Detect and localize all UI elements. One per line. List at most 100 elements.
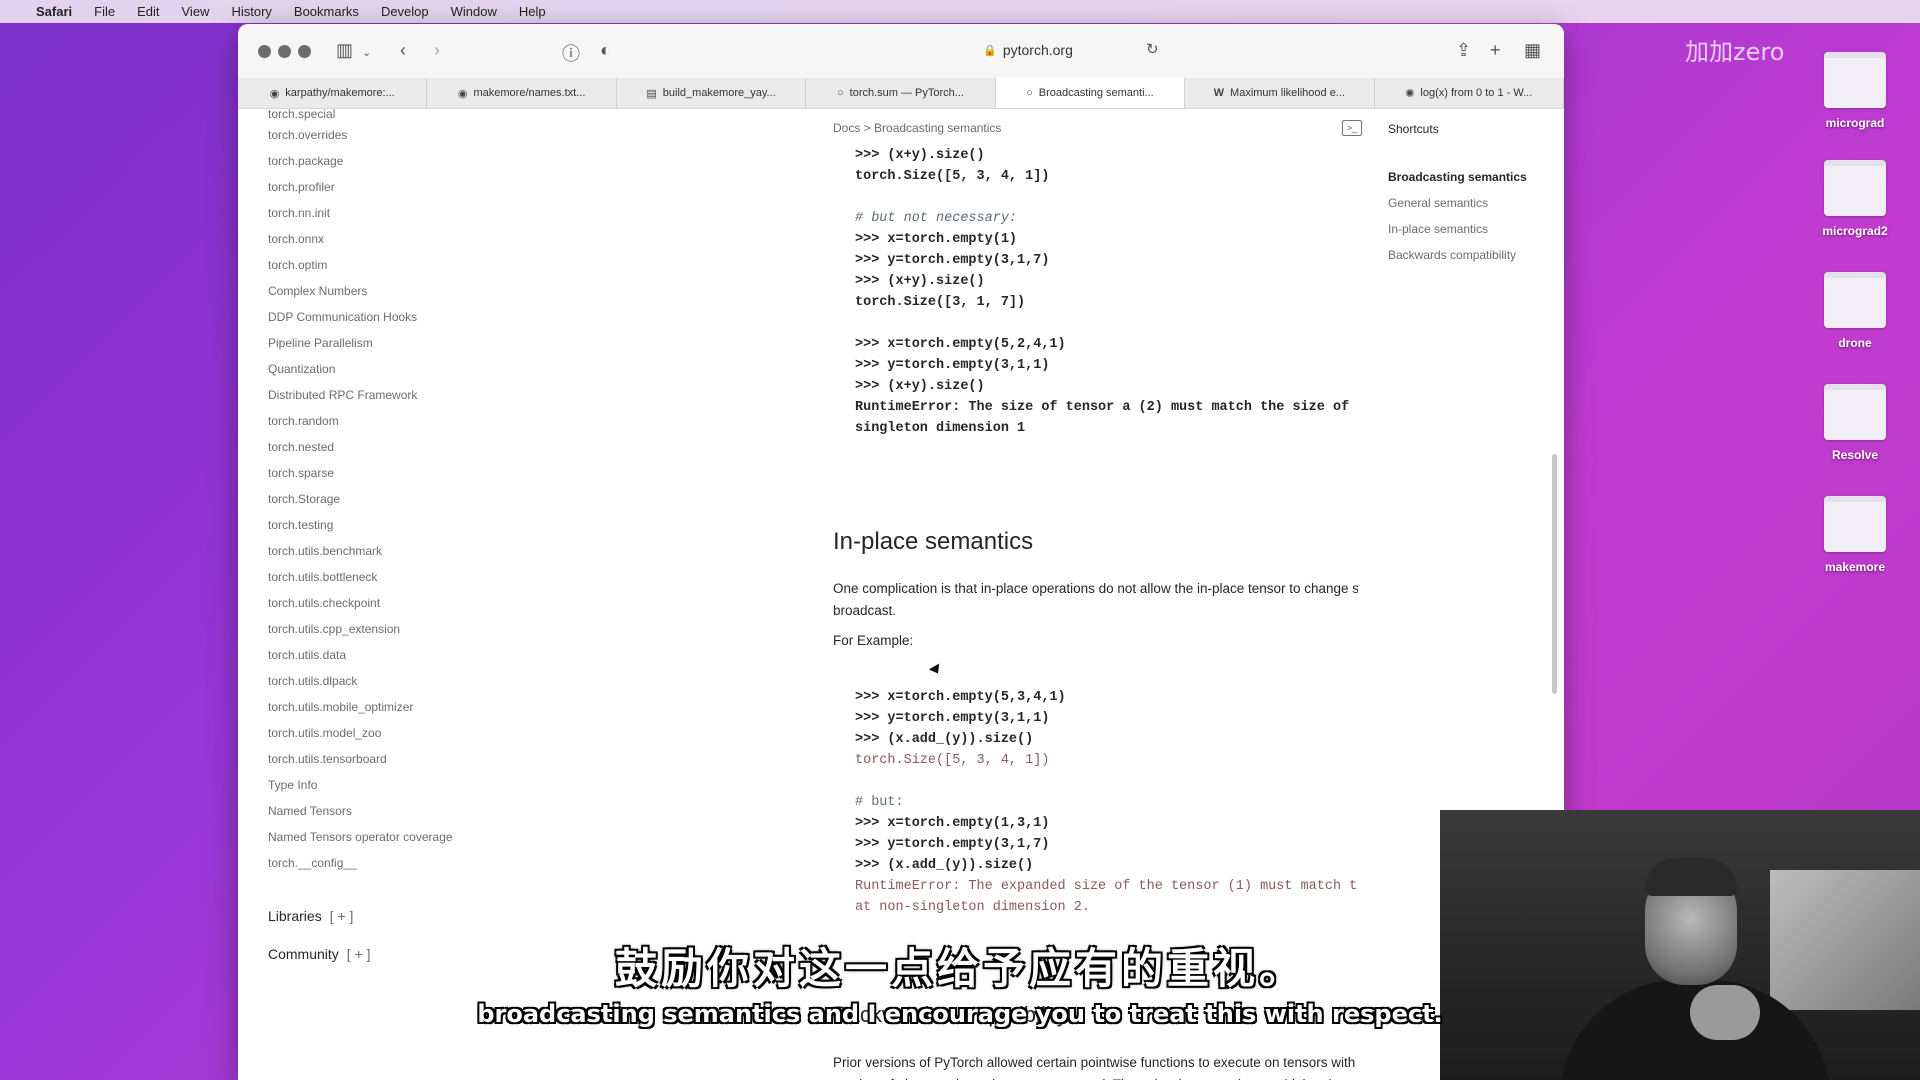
chevron-down-icon[interactable]: ⌄ — [362, 46, 371, 59]
shortcuts-label[interactable]: Shortcuts — [1388, 122, 1439, 136]
address-bar[interactable]: 🔒 pytorch.org — [768, 35, 1288, 65]
code-line: >>> y=torch.empty(3,1,1) — [855, 711, 1050, 726]
expand-toggle[interactable]: [ + ] — [330, 908, 354, 924]
tab-label: build_makemore_yay... — [662, 87, 776, 99]
heading-in-place-semantics: In-place semantics — [833, 528, 1034, 555]
privacy-shield-icon[interactable]: ◐ — [600, 40, 611, 61]
tab-label: karpathy/makemore:... — [285, 87, 395, 99]
sidebar-item-torch-nn-init[interactable]: torch.nn.init — [268, 206, 330, 220]
breadcrumb[interactable]: Docs > Broadcasting semantics — [833, 121, 1001, 135]
menu-develop[interactable]: Develop — [381, 4, 429, 19]
sidebar-item-ddp-communication-hooks[interactable]: DDP Communication Hooks — [268, 310, 417, 324]
sidebar-item-torch-optim[interactable]: torch.optim — [268, 258, 327, 272]
sidebar-item-torch-storage[interactable]: torch.Storage — [268, 492, 340, 506]
desktop-folder-makemore[interactable]: makemore — [1800, 496, 1910, 574]
tab-maximum-likelihood[interactable]: W Maximum likelihood e... — [1185, 78, 1375, 108]
toc-item-general-semantics[interactable]: General semantics — [1388, 196, 1488, 210]
subtitle-english: broadcasting semantics and I encourage y… — [477, 1000, 1443, 1028]
tab-broadcasting-semantics[interactable]: ○ Broadcasting semanti... — [995, 78, 1186, 108]
sidebar-toggle-icon[interactable]: ▥ — [336, 40, 353, 61]
tab-karpathy-makemore[interactable]: ◉ karpathy/makemore:... — [238, 78, 428, 108]
sidebar-item-utils-bottleneck[interactable]: torch.utils.bottleneck — [268, 570, 377, 584]
toc-item-in-place-semantics[interactable]: In-place semantics — [1388, 222, 1488, 236]
sidebar-item-distributed-rpc[interactable]: Distributed RPC Framework — [268, 388, 417, 402]
sidebar-section-libraries[interactable]: Libraries [ + ] — [268, 908, 353, 924]
sidebar-item-torch-sparse[interactable]: torch.sparse — [268, 466, 334, 480]
lock-icon: 🔒 — [983, 44, 997, 57]
sidebar-item-utils-checkpoint[interactable]: torch.utils.checkpoint — [268, 596, 380, 610]
minimize-window-button[interactable] — [278, 45, 291, 58]
github-icon: ◉ — [269, 87, 280, 100]
sidebar-item-named-tensors-coverage[interactable]: Named Tensors operator coverage — [268, 830, 453, 844]
sidebar-item-torch-testing[interactable]: torch.testing — [268, 518, 333, 532]
section-label: Libraries — [268, 908, 322, 924]
code-line: torch.Size([5, 3, 4, 1]) — [855, 169, 1050, 184]
sidebar-item-utils-dlpack[interactable]: torch.utils.dlpack — [268, 674, 357, 688]
sidebar-item-named-tensors[interactable]: Named Tensors — [268, 804, 352, 818]
folder-icon — [1824, 384, 1886, 440]
toc-item-backwards-compatibility[interactable]: Backwards compatibility — [1388, 248, 1516, 262]
code-line: >>> (x+y).size() — [855, 274, 985, 289]
tab-wolfram-log[interactable]: ✺ log(x) from 0 to 1 - W... — [1375, 78, 1564, 108]
terminal-icon[interactable]: >_ — [1342, 120, 1362, 136]
sidebar-item-utils-data[interactable]: torch.utils.data — [268, 648, 346, 662]
sidebar-item-utils-benchmark[interactable]: torch.utils.benchmark — [268, 544, 382, 558]
code-line: >>> y=torch.empty(3,1,7) — [855, 837, 1050, 852]
folder-label: micrograd2 — [1822, 224, 1888, 238]
folder-label: Resolve — [1831, 448, 1879, 462]
code-line: singleton dimension 1 — [855, 421, 1026, 436]
sidebar-item-complex-numbers[interactable]: Complex Numbers — [268, 284, 367, 298]
menu-file[interactable]: File — [94, 4, 115, 19]
sidebar-item-torch-nested[interactable]: torch.nested — [268, 440, 334, 454]
menu-help[interactable]: Help — [519, 4, 546, 19]
sidebar-item-torch-overrides[interactable]: torch.overrides — [268, 128, 347, 142]
channel-watermark: 加加zero — [1685, 38, 1785, 66]
desktop-folder-micrograd2[interactable]: micrograd2 — [1800, 160, 1910, 238]
sidebar-item-utils-tensorboard[interactable]: torch.utils.tensorboard — [268, 752, 387, 766]
forward-icon[interactable]: › — [434, 40, 440, 61]
sidebar-item-type-info[interactable]: Type Info — [268, 778, 317, 792]
page-scrollbar[interactable] — [1552, 454, 1557, 694]
menu-view[interactable]: View — [182, 4, 210, 19]
sidebar-item-torch-onnx[interactable]: torch.onnx — [268, 232, 324, 246]
sidebar-item-torch-config[interactable]: torch.__config__ — [268, 856, 357, 870]
code-line: >>> x=torch.empty(1) — [855, 232, 1018, 247]
sidebar-item-torch-profiler[interactable]: torch.profiler — [268, 180, 335, 194]
tab-torch-sum[interactable]: ○ torch.sum — PyTorch... — [806, 78, 996, 108]
tab-names-txt[interactable]: ◉ makemore/names.txt... — [427, 78, 617, 108]
desktop-folder-resolve[interactable]: Resolve — [1800, 384, 1910, 462]
code-line: >>> y=torch.empty(3,1,7) — [855, 253, 1050, 268]
sidebar-item-utils-cpp-extension[interactable]: torch.utils.cpp_extension — [268, 622, 400, 636]
sidebar-item-torch-special[interactable]: torch.special — [268, 108, 335, 121]
share-icon[interactable]: ⇪ — [1456, 40, 1471, 61]
close-window-button[interactable] — [258, 45, 271, 58]
table-of-contents: >_ Shortcuts Broadcasting semantics Gene… — [1314, 108, 1554, 408]
sidebar-item-pipeline-parallelism[interactable]: Pipeline Parallelism — [268, 336, 373, 350]
sidebar-item-torch-package[interactable]: torch.package — [268, 154, 343, 168]
sidebar-item-quantization[interactable]: Quantization — [268, 362, 335, 376]
tab-overview-icon[interactable]: ▦ — [1524, 40, 1541, 61]
menu-window[interactable]: Window — [451, 4, 497, 19]
desktop-folder-drone[interactable]: drone — [1800, 272, 1910, 350]
paragraph-in-place: One complication is that in-place operat… — [833, 581, 1358, 618]
code-output: torch.Size([5, 3, 4, 1]) — [855, 753, 1050, 768]
toc-item-broadcasting-semantics[interactable]: Broadcasting semantics — [1388, 170, 1527, 184]
menu-edit[interactable]: Edit — [137, 4, 159, 19]
folder-icon — [1824, 52, 1886, 108]
sidebar-item-utils-model-zoo[interactable]: torch.utils.model_zoo — [268, 726, 381, 740]
menu-bookmarks[interactable]: Bookmarks — [294, 4, 359, 19]
desktop-folder-micrograd[interactable]: micrograd — [1800, 52, 1910, 130]
browser-toolbar: ▥ ⌄ ‹ › ⓘ ◐ 🔒 pytorch.org ↻ ⇪ + ▦ — [238, 24, 1564, 78]
back-icon[interactable]: ‹ — [400, 40, 406, 61]
subtitle-chinese: 鼓励你对这一点给予应有的重视。 — [614, 944, 1305, 993]
tab-build-makemore[interactable]: ▤ build_makemore_yay... — [617, 78, 807, 108]
code-output: at non-singleton dimension 2. — [855, 900, 1090, 915]
new-tab-icon[interactable]: + — [1490, 40, 1501, 61]
sidebar-item-utils-mobile-optimizer[interactable]: torch.utils.mobile_optimizer — [268, 700, 413, 714]
zoom-window-button[interactable] — [298, 45, 311, 58]
password-extension-icon[interactable]: ⓘ — [562, 40, 580, 66]
reload-icon[interactable]: ↻ — [1146, 40, 1159, 58]
menu-history[interactable]: History — [231, 4, 271, 19]
sidebar-item-torch-random[interactable]: torch.random — [268, 414, 339, 428]
menu-safari[interactable]: Safari — [36, 4, 72, 19]
